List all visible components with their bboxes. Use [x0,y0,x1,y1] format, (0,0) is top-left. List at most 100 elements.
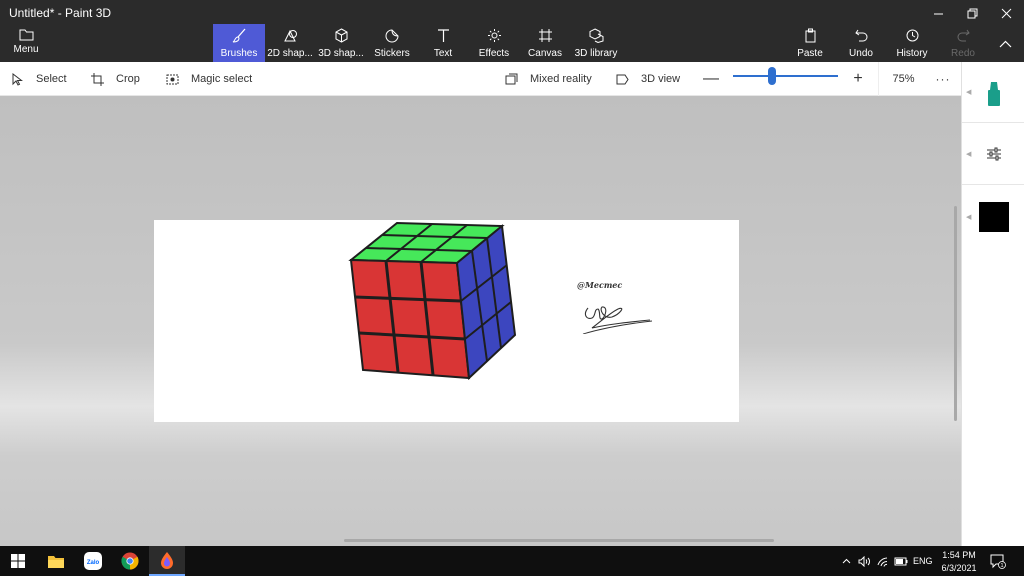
brush-settings-button[interactable] [962,140,1024,168]
chrome-taskbar[interactable] [112,546,148,576]
magic-select-icon [166,74,179,84]
tool-canvas[interactable]: Canvas [519,24,571,62]
menu-label: Menu [13,44,39,55]
network-button[interactable] [877,546,890,576]
brush-icon [232,28,245,43]
chevron-up-icon [999,40,1011,48]
menu-button[interactable]: Menu [0,24,52,62]
cube-front-face [349,258,471,380]
restore-button[interactable] [955,3,989,23]
redo-button[interactable]: Redo [937,24,989,62]
canvas-icon [538,29,552,42]
rubiks-cube-drawing [348,221,517,380]
text-icon [437,29,449,42]
crop-icon [91,72,104,86]
tool-2d-shapes[interactable]: 2D shap... [264,24,316,62]
3d-view-icon [616,74,629,84]
speaker-icon [858,555,870,567]
history-icon [906,29,918,42]
volume-button[interactable] [858,546,871,576]
file-explorer-taskbar[interactable] [38,546,74,576]
title-bar: Untitled* - Paint 3D Menu Brushes 2D sha… [0,0,1024,62]
chevron-up-icon [842,558,851,564]
select-label: Select [36,73,67,85]
mixed-reality-button[interactable]: Mixed reality [505,62,592,96]
tool-label: Canvas [528,48,562,59]
tool-stickers[interactable]: Stickers [366,24,418,62]
current-color-swatch [978,202,1009,232]
paint-3d-icon [161,552,173,569]
drawing-canvas[interactable]: @Mecmec [154,220,739,422]
magic-select-label: Magic select [191,73,253,85]
undo-button[interactable]: Undo [835,24,887,62]
marker-tool-button[interactable] [962,74,1024,114]
minimize-button[interactable] [921,3,955,23]
sliders-icon [986,147,1001,161]
minimize-icon [933,13,943,14]
battery-button[interactable] [894,546,908,576]
zoom-percentage[interactable]: 75% [878,62,928,96]
clock-time: 1:54 PM [942,550,976,560]
notification-icon: 1 [990,554,1006,569]
select-button[interactable]: Select [11,62,67,96]
3d-view-button[interactable]: 3D view [616,62,680,96]
tool-3d-shapes[interactable]: 3D shap... [315,24,367,62]
battery-icon [894,557,908,565]
undo-label: Undo [849,48,873,59]
paste-label: Paste [797,48,823,59]
color-swatch-button[interactable] [962,200,1024,234]
horizontal-scrollbar[interactable] [344,539,774,542]
collapse-ribbon-button[interactable] [986,24,1024,62]
separator [962,122,1024,123]
taskbar: Zalo ENG 1:54 PM 6/3/2021 1 [0,546,1024,576]
wifi-icon [877,557,888,567]
tool-3d-library[interactable]: 3D library [570,24,622,62]
3d-shapes-icon [335,28,347,43]
3d-view-label: 3D view [641,73,681,85]
watermark-text: @Mecmec [577,280,623,290]
zalo-text: Zalo [87,560,100,566]
selection-toolbar: Select Crop Magic select Mixed reality 3… [0,62,1024,96]
redo-icon [957,29,970,42]
paste-button[interactable]: Paste [784,24,836,62]
handwritten-signature [582,306,653,334]
workspace[interactable]: @Mecmec [0,96,961,546]
tool-label: Stickers [374,48,410,59]
history-button[interactable]: History [886,24,938,62]
start-button[interactable] [0,546,36,576]
tool-text[interactable]: Text [417,24,469,62]
tool-label: 3D library [574,48,618,59]
zalo-taskbar[interactable]: Zalo [75,546,111,576]
crop-label: Crop [116,73,140,85]
zalo-icon: Zalo [84,552,102,570]
tool-effects[interactable]: Effects [468,24,520,62]
windows-icon [11,554,25,568]
3d-library-icon [589,28,603,43]
tool-label: Brushes [220,48,258,59]
undo-icon [854,29,867,42]
zoom-slider-track[interactable] [733,75,838,77]
tool-brushes[interactable]: Brushes [213,24,265,62]
close-icon [1001,8,1011,18]
magic-select-button[interactable]: Magic select [166,62,252,96]
close-button[interactable] [989,3,1023,23]
folder-icon [19,29,33,41]
zoom-in-button[interactable]: + [846,62,870,96]
paint3d-taskbar[interactable] [149,546,185,576]
redo-label: Redo [951,48,975,59]
more-options-button[interactable]: ··· [930,62,956,96]
zoom-slider-thumb[interactable] [767,67,776,85]
zoom-out-button[interactable]: — [699,62,723,96]
action-center-button[interactable]: 1 [990,553,1006,569]
chrome-icon [121,552,139,570]
history-label: History [896,48,928,59]
crop-button[interactable]: Crop [91,62,140,96]
vertical-scrollbar[interactable] [954,206,957,421]
separator [962,184,1024,185]
mixed-reality-label: Mixed reality [530,73,592,85]
show-hidden-icons-button[interactable] [842,546,851,576]
mixed-reality-icon [505,73,518,84]
system-clock[interactable]: 1:54 PM 6/3/2021 [936,549,982,575]
tool-label: 2D shap... [267,48,313,59]
language-indicator[interactable]: ENG [913,546,933,576]
